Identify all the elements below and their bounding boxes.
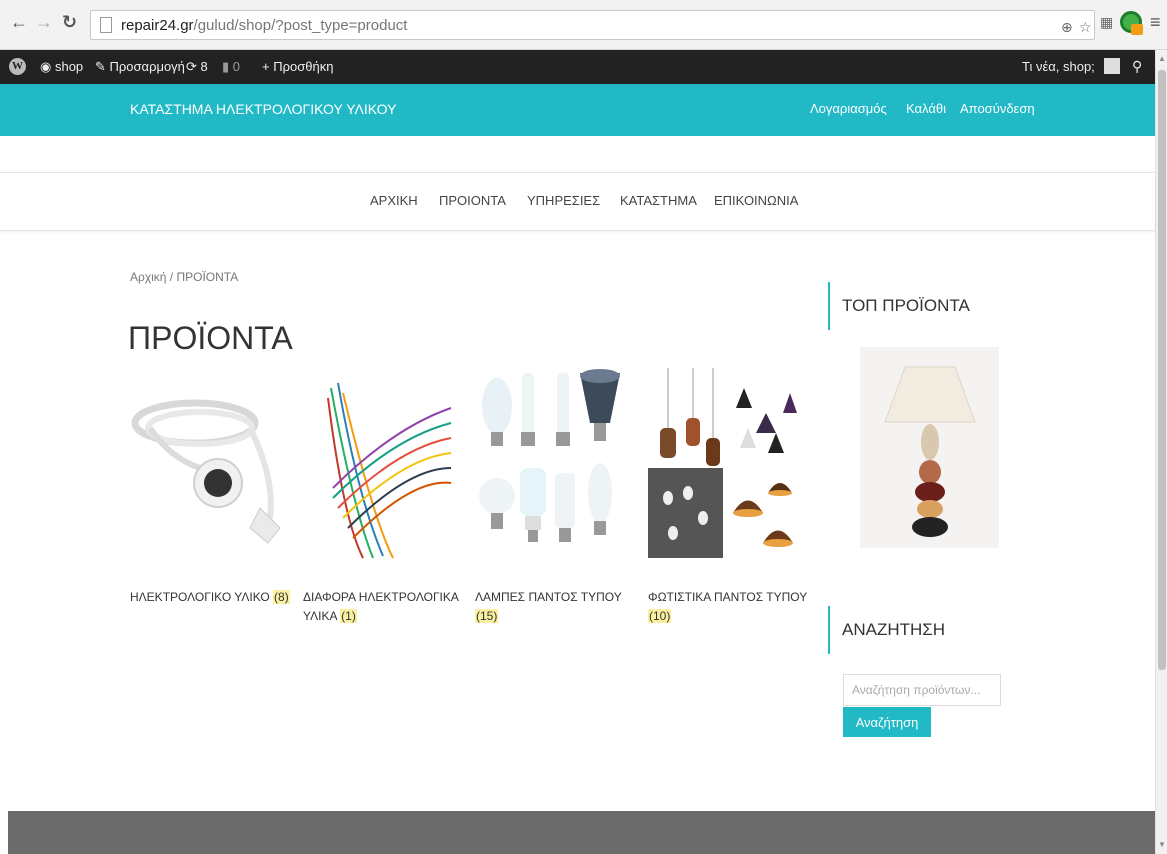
page-scrollbar[interactable]: ▲ ▼ [1155, 50, 1167, 854]
url-text[interactable]: repair24.gr/gulud/shop/?post_type=produc… [121, 16, 407, 36]
footer [8, 811, 1155, 854]
home-icon: ◉ [40, 59, 55, 74]
category-count: (15) [475, 609, 499, 623]
scroll-down-icon[interactable]: ▼ [1158, 840, 1166, 849]
zoom-icon[interactable]: ⊕ [1061, 17, 1073, 37]
nav-item-store[interactable]: ΚΑΤΑΣΤΗΜΑ [620, 193, 697, 208]
page-icon [100, 17, 112, 33]
admin-bar: W ◉ shop ✎ Προσαρμογή ⟳ 8 ▮ 0 + Προσθήκη… [0, 50, 1155, 84]
bulbs-image[interactable] [475, 368, 625, 563]
search-button[interactable]: Αναζήτηση [843, 707, 931, 737]
nav-item-contact[interactable]: ΕΠΙΚΟΙΝΩΝΙΑ [714, 193, 798, 208]
brush-icon: ✎ [95, 59, 110, 74]
page-title: ΠΡΟΪΟΝΤΑ [128, 320, 293, 356]
account-link[interactable]: Λογαριασμός [810, 101, 887, 116]
scroll-up-icon[interactable]: ▲ [1158, 54, 1166, 63]
category-count: (1) [340, 609, 357, 623]
search-widget-title: ΑΝΑΖΗΤΗΣΗ [828, 606, 945, 654]
admin-customize-link[interactable]: ✎ Προσαρμογή [95, 59, 185, 75]
updates-icon: ⟳ [186, 59, 201, 74]
star-icon[interactable]: ☆ [1079, 17, 1092, 37]
admin-site-link[interactable]: ◉ shop [40, 59, 83, 75]
scroll-thumb[interactable] [1158, 70, 1166, 670]
wordpress-icon[interactable]: W [9, 58, 26, 75]
extension-cable-image[interactable] [130, 368, 280, 563]
plus-icon: + [262, 59, 274, 74]
category-label[interactable]: ΛΑΜΠΕΣ ΠΑΝΤΟΣ ΤΥΠΟΥ (15) [475, 588, 635, 626]
site-header: ΚΑΤΑΣΤΗΜΑ ΗΛΕΚΤΡΟΛΟΓΙΚΟΥ ΥΛΙΚΟΥ Λογαριασ… [0, 84, 1155, 136]
logout-link[interactable]: Αποσύνδεση [960, 101, 1035, 116]
category-label[interactable]: ΦΩΤΙΣΤΙΚΑ ΠΑΝΤΟΣ ΤΥΠΟΥ (10) [648, 588, 808, 626]
top-products-title: ΤΟΠ ΠΡΟΪΟΝΤΑ [828, 282, 970, 330]
search-icon[interactable]: ⚲ [1132, 58, 1142, 75]
category-label[interactable]: ΗΛΕΚΤΡΟΛΟΓΙΚΟ ΥΛΙΚΟ (8) [130, 588, 290, 607]
wires-image[interactable] [303, 368, 453, 563]
main-navigation: ΑΡΧΙΚΗ ΠΡΟΙΟΝΤΑ ΥΠΗΡΕΣΙΕΣ ΚΑΤΑΣΤΗΜΑ ΕΠΙΚ… [0, 172, 1155, 231]
nav-item-products[interactable]: ΠΡΟΙΟΝΤΑ [439, 193, 506, 208]
address-bar[interactable]: repair24.gr/gulud/shop/?post_type=produc… [90, 10, 1095, 40]
reload-icon[interactable]: ↻ [62, 12, 77, 32]
admin-updates-link[interactable]: ⟳ 8 [186, 59, 208, 75]
product-search-input[interactable] [843, 674, 1001, 706]
top-product-lamp-image[interactable] [860, 347, 999, 548]
nav-item-services[interactable]: ΥΠΗΡΕΣΙΕΣ [527, 193, 600, 208]
comment-icon: ▮ [222, 59, 233, 74]
extension-badge-icon [1131, 24, 1143, 35]
cart-link[interactable]: Καλάθι [906, 101, 946, 116]
admin-greeting[interactable]: Τι νέα, shop; [1022, 59, 1095, 75]
back-icon[interactable]: ← [10, 12, 28, 32]
lighting-image[interactable] [648, 368, 798, 563]
category-count: (8) [273, 590, 290, 604]
avatar[interactable] [1104, 58, 1120, 74]
forward-icon[interactable]: → [35, 12, 53, 32]
category-count: (10) [648, 609, 672, 623]
browser-toolbar: ← → ↻ repair24.gr/gulud/shop/?post_type=… [0, 0, 1167, 50]
site-title[interactable]: ΚΑΤΑΣΤΗΜΑ ΗΛΕΚΤΡΟΛΟΓΙΚΟΥ ΥΛΙΚΟΥ [130, 101, 396, 117]
admin-new-link[interactable]: + Προσθήκη [262, 59, 333, 75]
nav-item-home[interactable]: ΑΡΧΙΚΗ [370, 193, 418, 208]
menu-icon[interactable]: ≡ [1150, 12, 1161, 33]
translate-icon[interactable]: ▦ [1100, 12, 1113, 32]
category-label[interactable]: ΔΙΑΦΟΡΑ ΗΛΕΚΤΡΟΛΟΓΙΚΑ ΥΛΙΚΑ (1) [303, 588, 463, 626]
breadcrumb[interactable]: Αρχική / ΠΡΟΪΟΝΤΑ [130, 270, 238, 284]
admin-comments-link[interactable]: ▮ 0 [222, 59, 240, 75]
